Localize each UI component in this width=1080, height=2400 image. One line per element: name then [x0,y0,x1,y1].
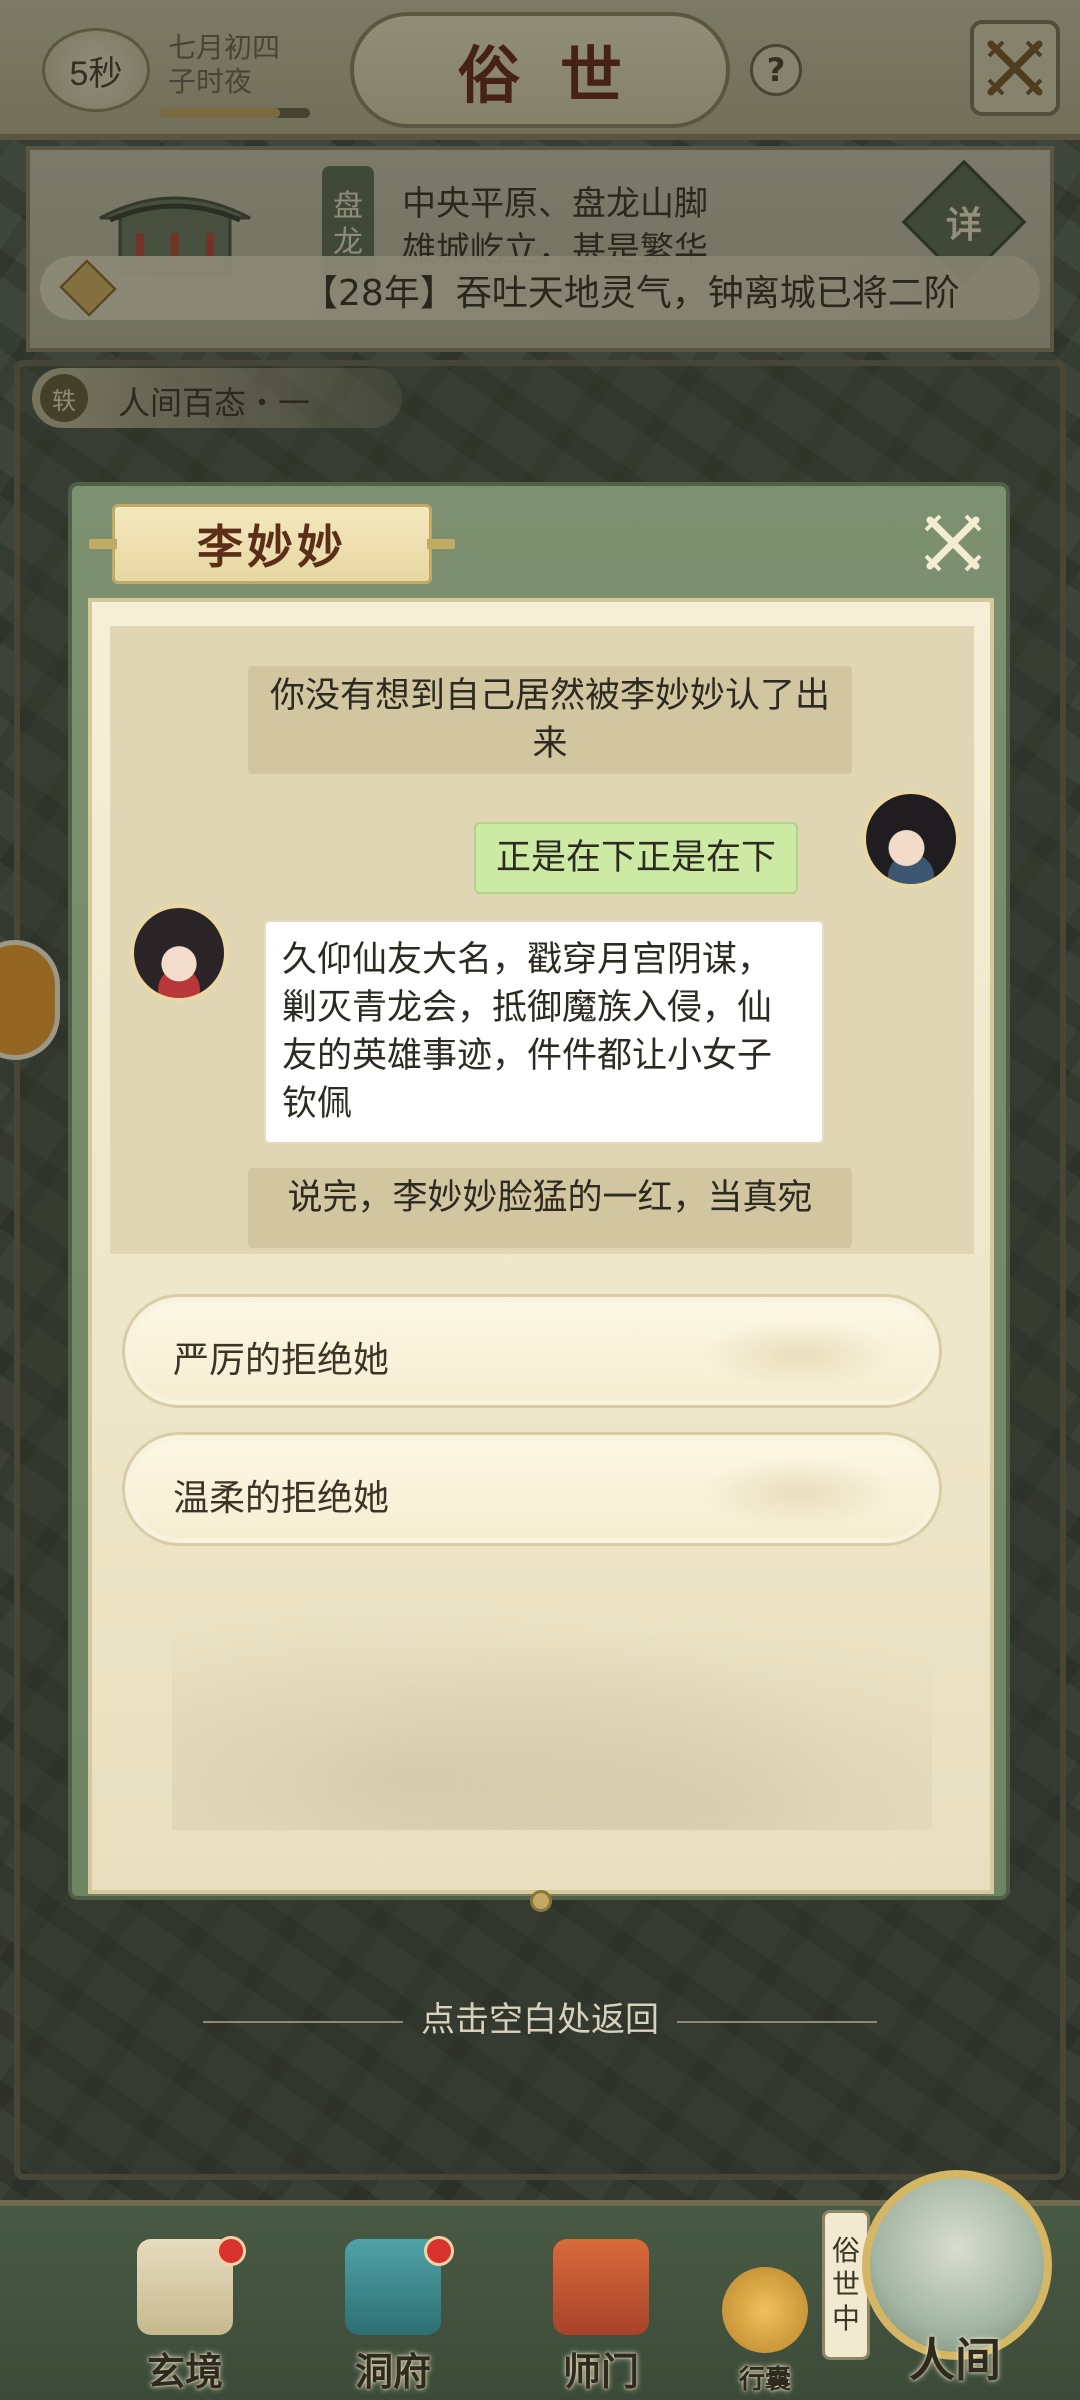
nav-item-xingnang[interactable]: 行囊 [690,2236,840,2396]
nav-label: 行囊 [738,2365,791,2395]
nav-label: 师门 [562,2349,639,2394]
nav-item-xuanjing[interactable]: 玄境 [110,2236,260,2396]
player-bubble: 正是在下正是在下 [474,822,799,894]
status-char: 中 [831,2302,860,2335]
narration-bubble: 你没有想到自己居然被李妙妙认了出来 [248,666,852,774]
nav-label: 洞府 [354,2349,431,2394]
npc-name: 李妙妙 [197,520,347,574]
status-char: 世 [831,2268,860,2301]
dialog-close-button[interactable] [918,508,988,578]
player-avatar [862,790,960,888]
status-char: 俗 [831,2234,860,2267]
close-icon [924,514,982,572]
choice-label: 严厉的拒绝她 [173,1340,390,1381]
narration-bubble: 说完，李妙妙脸猛的一红，当真宛 [248,1168,852,1248]
nav-item-renjian[interactable]: 人间 [870,2230,1040,2390]
divider [677,2020,877,2023]
npc-name-plaque: 李妙妙 [89,504,455,584]
choice-label: 温柔的拒绝她 [173,1478,390,1519]
choice-option[interactable]: 严厉的拒绝她 [122,1294,942,1408]
notification-dot [216,2236,246,2266]
npc-avatar [130,904,228,1002]
nav-label: 玄境 [146,2349,223,2394]
banner-icon [553,2239,649,2335]
nav-item-shimen[interactable]: 师门 [526,2236,676,2396]
return-hint-text: 点击空白处返回 [421,2000,659,2040]
status-tag: 俗 世 中 [822,2210,870,2360]
dialog-ornament [530,1890,552,1912]
npc-bubble: 久仰仙友大名，戳穿月宫阴谋，剿灭青龙会，抵御魔族入侵，仙友的英雄事迹，件件都让小… [264,920,824,1144]
bag-icon [722,2267,808,2353]
notification-dot [424,2236,454,2266]
nav-item-dongfu[interactable]: 洞府 [318,2236,468,2396]
dialogue-window: 李妙妙 你没有想到自己居然被李妙妙认了出来 正是在下正是在下 久仰仙友大名，戳穿… [68,482,1010,1912]
nav-label: 人间 [909,2333,1001,2387]
return-hint[interactable]: 点击空白处返回 [0,1992,1080,2041]
choice-option[interactable]: 温柔的拒绝她 [122,1432,942,1546]
divider [203,2020,403,2023]
chat-log[interactable]: 你没有想到自己居然被李妙妙认了出来 正是在下正是在下 久仰仙友大名，戳穿月宫阴谋… [110,626,974,1254]
